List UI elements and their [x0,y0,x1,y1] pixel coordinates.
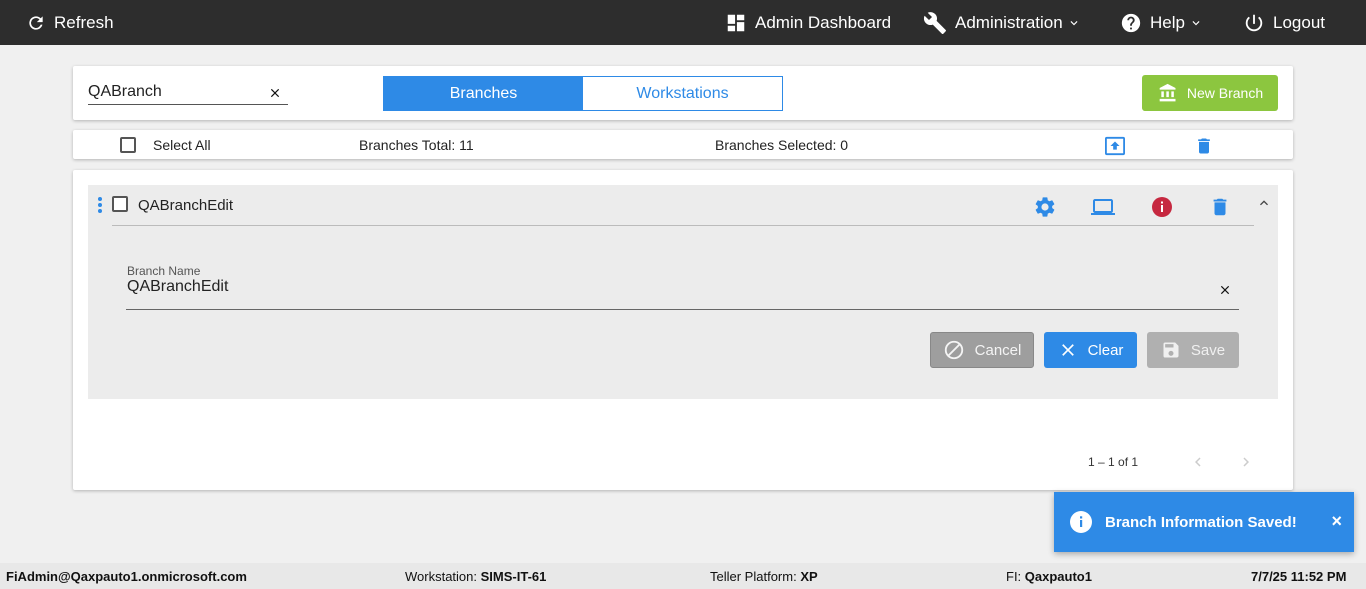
help-icon [1121,13,1141,32]
new-branch-button[interactable]: New Branch [1142,75,1278,111]
branch-list-card: QABranchEdit Branch Name QABranchEdit Ca… [73,170,1293,490]
block-icon [944,340,963,360]
toast-notification: Branch Information Saved! × [1054,492,1354,552]
clear-button[interactable]: Clear [1044,332,1137,368]
admin-dashboard-button[interactable]: Admin Dashboard [725,0,891,45]
toast-close-button[interactable]: × [1331,511,1342,532]
info-icon [1070,511,1092,533]
footer-fi: FI: Qaxpauto1 [1006,569,1092,584]
tab-workstations[interactable]: Workstations [583,77,782,110]
chevron-left-icon[interactable] [1189,453,1207,471]
status-footer: FiAdmin@Qaxpauto1.onmicrosoft.com Workst… [0,563,1366,589]
branches-selected: Branches Selected: 0 [715,137,849,153]
close-icon [1061,344,1074,356]
info-icon[interactable] [1150,195,1174,219]
branch-row-checkbox[interactable] [112,196,128,212]
logout-label: Logout [1273,12,1325,32]
chevron-up-icon[interactable] [1256,195,1272,211]
save-label: Save [1190,341,1226,359]
toast-message: Branch Information Saved! [1105,513,1297,531]
toolbar-card: Branches Workstations New Branch [73,66,1293,120]
help-menu[interactable]: Help [1120,0,1203,45]
close-icon[interactable] [268,86,282,100]
tab-branches[interactable]: Branches [384,77,583,110]
logout-button[interactable]: Logout [1243,0,1325,45]
export-icon[interactable] [1104,136,1126,156]
search-field [88,80,288,105]
new-branch-label: New Branch [1186,85,1264,101]
cancel-button[interactable]: Cancel [930,332,1034,368]
wrench-icon [923,11,946,34]
branch-row-name: QABranchEdit [138,197,234,214]
branch-name-input[interactable]: QABranchEdit [127,278,228,296]
chevron-down-icon [1192,20,1200,25]
top-navigation-bar: Refresh Admin Dashboard Administration H… [0,0,1366,45]
summary-card: Select All Branches Total: 11 Branches S… [73,130,1293,159]
close-icon[interactable] [1218,283,1232,297]
bank-icon [1159,83,1176,102]
footer-datetime: 7/7/25 11:52 PM [1251,569,1347,584]
admin-dashboard-label: Admin Dashboard [755,12,892,32]
branches-total: Branches Total: 11 [359,137,474,153]
clear-label: Clear [1087,341,1124,359]
branch-name-label: Branch Name [127,264,201,278]
branch-name-underline [126,309,1239,310]
footer-platform: Teller Platform: XP [710,569,818,584]
settings-gear-icon[interactable] [1033,195,1057,219]
help-label: Help [1150,12,1185,32]
dashboard-icon [727,14,745,31]
power-icon [1245,14,1263,31]
search-input[interactable] [88,80,258,104]
laptop-icon[interactable] [1090,195,1116,219]
footer-user: FiAdmin@Qaxpauto1.onmicrosoft.com [6,569,247,584]
trash-icon[interactable] [1209,195,1231,219]
refresh-label: Refresh [54,12,114,32]
drag-handle-icon[interactable] [96,196,104,214]
select-all-label: Select All [153,137,211,153]
footer-workstation: Workstation: SIMS-IT-61 [405,569,547,584]
trash-icon[interactable] [1194,135,1214,157]
branch-row: QABranchEdit Branch Name QABranchEdit Ca… [88,185,1278,399]
save-icon [1163,342,1179,358]
view-tabs: Branches Workstations [383,76,783,111]
cancel-label: Cancel [974,341,1022,359]
chevron-right-icon[interactable] [1237,453,1255,471]
refresh-button[interactable]: Refresh [26,0,114,45]
administration-menu[interactable]: Administration [923,0,1081,45]
save-button[interactable]: Save [1147,332,1239,368]
chevron-down-icon [1070,20,1078,25]
select-all-checkbox[interactable] [120,137,136,153]
pagination-range: 1 – 1 of 1 [1088,455,1139,469]
refresh-icon [29,15,43,30]
row-divider [112,225,1254,226]
administration-label: Administration [955,12,1063,32]
